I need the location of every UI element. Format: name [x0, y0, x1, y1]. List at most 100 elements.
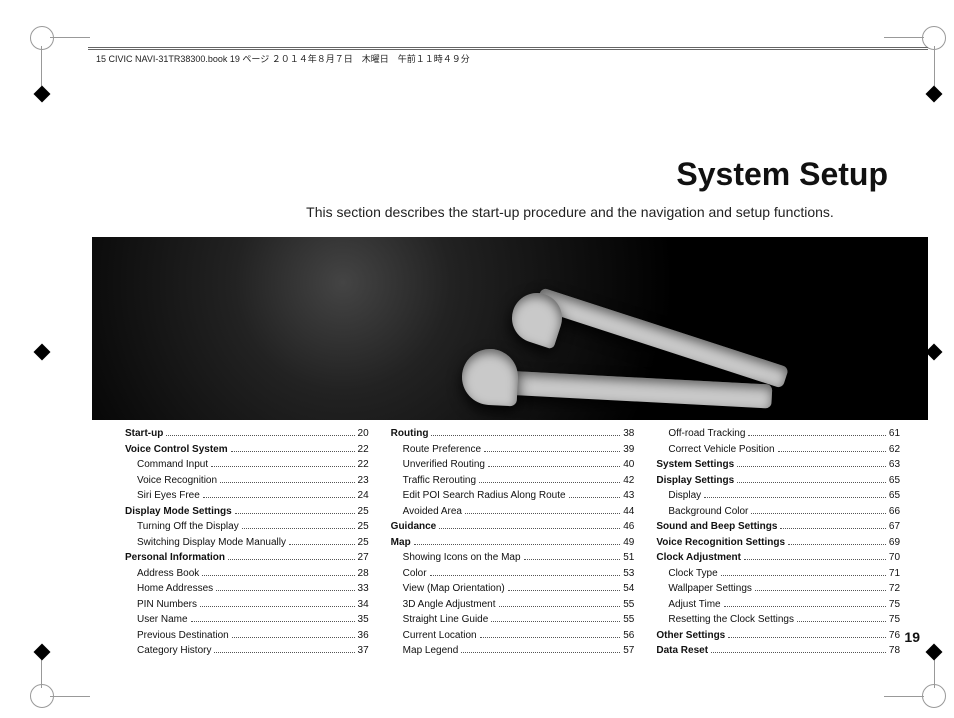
toc-entry: Current Location56 — [391, 628, 635, 644]
toc-label: Address Book — [125, 566, 199, 582]
toc-entry: Voice Recognition Settings69 — [656, 535, 900, 551]
toc-label: Adjust Time — [656, 597, 720, 613]
toc-page: 33 — [358, 581, 369, 597]
leader-dots — [439, 528, 620, 529]
leader-dots — [216, 590, 354, 591]
toc-label: Showing Icons on the Map — [391, 550, 521, 566]
toc-entry: Siri Eyes Free24 — [125, 488, 369, 504]
toc-label: Voice Recognition Settings — [656, 535, 785, 551]
toc-entry: Display Settings65 — [656, 473, 900, 489]
toc-page: 63 — [889, 457, 900, 473]
leader-dots — [461, 652, 620, 653]
toc-page: 66 — [889, 504, 900, 520]
leader-dots — [203, 497, 355, 498]
leader-dots — [724, 606, 886, 607]
toc-label: System Settings — [656, 457, 734, 473]
toc-label: Guidance — [391, 519, 437, 535]
page-title: System Setup — [676, 156, 888, 193]
leader-dots — [737, 482, 886, 483]
toc-label: Switching Display Mode Manually — [125, 535, 286, 551]
toc-label: Off-road Tracking — [656, 426, 745, 442]
toc-page: 23 — [358, 473, 369, 489]
toc-label: Command Input — [125, 457, 208, 473]
toc-page: 67 — [889, 519, 900, 535]
toc-label: Routing — [391, 426, 429, 442]
table-of-contents: Start-up20Voice Control System22Command … — [125, 426, 900, 659]
toc-label: Start-up — [125, 426, 163, 442]
toc-page: 25 — [358, 535, 369, 551]
toc-page: 65 — [889, 488, 900, 504]
toc-page: 70 — [889, 550, 900, 566]
toc-page: 28 — [358, 566, 369, 582]
toc-page: 44 — [623, 504, 634, 520]
toc-label: Display — [656, 488, 701, 504]
toc-entry: Edit POI Search Radius Along Route43 — [391, 488, 635, 504]
toc-entry: Map Legend57 — [391, 643, 635, 659]
toc-entry: Home Addresses33 — [125, 581, 369, 597]
toc-entry: Adjust Time 75 — [656, 597, 900, 613]
toc-entry: Display 65 — [656, 488, 900, 504]
leader-dots — [737, 466, 886, 467]
leader-dots — [508, 590, 620, 591]
toc-label: User Name — [125, 612, 188, 628]
page-subtitle: This section describes the start-up proc… — [252, 204, 888, 220]
toc-page: 38 — [623, 426, 634, 442]
toc-page: 75 — [889, 597, 900, 613]
toc-entry: Off-road Tracking61 — [656, 426, 900, 442]
toc-label: Map — [391, 535, 411, 551]
toc-entry: Data Reset78 — [656, 643, 900, 659]
leader-dots — [220, 482, 354, 483]
toc-page: 37 — [358, 643, 369, 659]
leader-dots — [484, 451, 620, 452]
toc-label: 3D Angle Adjustment — [391, 597, 496, 613]
leader-dots — [788, 544, 886, 545]
toc-entry: Correct Vehicle Position62 — [656, 442, 900, 458]
leader-dots — [778, 451, 886, 452]
toc-label: Category History — [125, 643, 211, 659]
toc-page: 24 — [358, 488, 369, 504]
toc-entry: View (Map Orientation)54 — [391, 581, 635, 597]
toc-label: Current Location — [391, 628, 477, 644]
toc-page: 55 — [623, 597, 634, 613]
toc-entry: Guidance46 — [391, 519, 635, 535]
toc-page: 75 — [889, 612, 900, 628]
toc-page: 35 — [358, 612, 369, 628]
leader-dots — [214, 652, 354, 653]
crop-line — [50, 37, 90, 38]
toc-label: Other Settings — [656, 628, 725, 644]
toc-page: 51 — [623, 550, 634, 566]
toc-column: Start-up20Voice Control System22Command … — [125, 426, 369, 659]
leader-dots — [232, 637, 355, 638]
toc-entry: Clock Adjustment70 — [656, 550, 900, 566]
leader-dots — [491, 621, 620, 622]
toc-page: 54 — [623, 581, 634, 597]
toc-entry: System Settings 63 — [656, 457, 900, 473]
toc-page: 43 — [623, 488, 634, 504]
toc-entry: Address Book 28 — [125, 566, 369, 582]
crop-line — [50, 696, 90, 697]
crop-line — [884, 696, 924, 697]
leader-dots — [728, 637, 886, 638]
toc-page: 34 — [358, 597, 369, 613]
toc-label: Voice Recognition — [125, 473, 217, 489]
toc-entry: User Name 35 — [125, 612, 369, 628]
toc-column: Off-road Tracking61Correct Vehicle Posit… — [656, 426, 900, 659]
toc-page: 42 — [623, 473, 634, 489]
page-number: 19 — [904, 629, 920, 645]
toc-page: 39 — [623, 442, 634, 458]
toc-entry: Routing 38 — [391, 426, 635, 442]
leader-dots — [289, 544, 355, 545]
toc-label: Color — [391, 566, 427, 582]
diamond-icon — [926, 644, 943, 661]
toc-label: Turning Off the Display — [125, 519, 239, 535]
leader-dots — [748, 435, 885, 436]
toc-page: 22 — [358, 442, 369, 458]
toc-entry: Resetting the Clock Settings75 — [656, 612, 900, 628]
leader-dots — [480, 637, 621, 638]
toc-label: Data Reset — [656, 643, 708, 659]
toc-label: Correct Vehicle Position — [656, 442, 774, 458]
toc-entry: Traffic Rerouting42 — [391, 473, 635, 489]
leader-dots — [465, 513, 620, 514]
crop-line — [884, 37, 924, 38]
toc-entry: PIN Numbers34 — [125, 597, 369, 613]
